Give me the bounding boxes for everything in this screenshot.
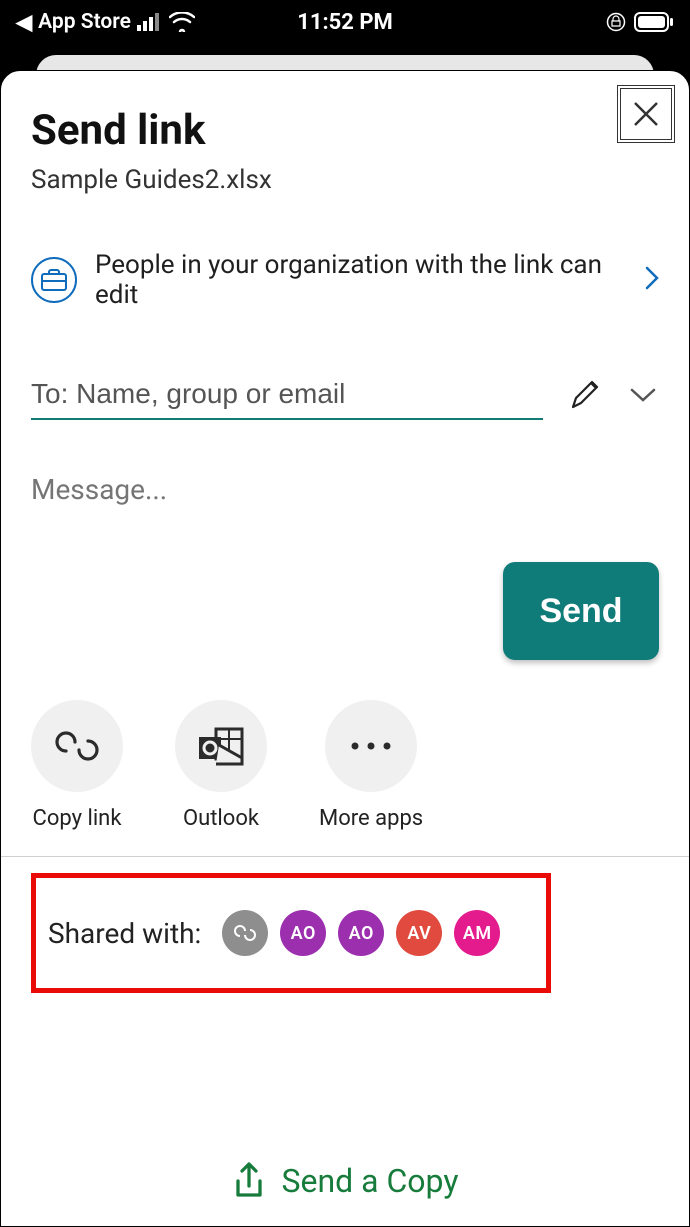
battery-icon xyxy=(634,12,674,32)
send-copy-label: Send a Copy xyxy=(282,1162,459,1200)
status-bar: ◀ App Store 11:52 PM xyxy=(0,0,690,44)
send-button[interactable]: Send xyxy=(503,562,659,660)
link-icon xyxy=(52,729,102,763)
cellular-icon xyxy=(137,13,163,31)
shared-with-label: Shared with: xyxy=(48,917,201,950)
message-input[interactable] xyxy=(31,465,659,514)
recipients-input[interactable] xyxy=(31,370,543,420)
copy-link-label: Copy link xyxy=(33,806,122,831)
back-chevron-icon[interactable]: ◀ xyxy=(16,10,32,35)
send-a-copy-button[interactable]: Send a Copy xyxy=(1,1161,689,1201)
chevron-right-icon xyxy=(645,264,659,297)
chevron-down-icon xyxy=(629,386,657,404)
orientation-lock-icon xyxy=(606,12,626,32)
outlook-icon xyxy=(196,725,246,767)
back-app-label[interactable]: App Store xyxy=(38,10,131,34)
recipients-row xyxy=(31,370,659,420)
briefcase-icon xyxy=(31,257,77,303)
close-button[interactable] xyxy=(617,85,675,143)
edit-pencil-icon[interactable] xyxy=(563,377,607,413)
permission-settings-row[interactable]: People in your organization with the lin… xyxy=(31,250,659,310)
close-icon xyxy=(631,99,661,129)
outlook-label: Outlook xyxy=(183,806,259,831)
filename-label: Sample Guides2.xlsx xyxy=(31,165,659,195)
shared-link-avatar[interactable] xyxy=(222,910,268,956)
more-icon xyxy=(348,741,394,751)
shared-user-avatar[interactable]: AO xyxy=(280,910,326,956)
shared-user-avatar[interactable]: AV xyxy=(396,910,442,956)
shared-with-section: Shared with: AO AO AV AM xyxy=(31,873,551,993)
shared-user-avatar[interactable]: AO xyxy=(338,910,384,956)
outlook-action[interactable]: Outlook xyxy=(175,700,267,831)
share-actions: Copy link Outlook More apps xyxy=(31,700,659,831)
copy-link-action[interactable]: Copy link xyxy=(31,700,123,831)
shared-user-avatar[interactable]: AM xyxy=(454,910,500,956)
more-apps-label: More apps xyxy=(319,806,423,831)
permission-text: People in your organization with the lin… xyxy=(95,250,627,310)
share-up-icon xyxy=(232,1161,266,1201)
more-apps-action[interactable]: More apps xyxy=(319,700,423,831)
recipients-dropdown[interactable] xyxy=(627,386,659,404)
divider xyxy=(1,856,689,857)
sheet-title: Send link xyxy=(31,106,659,155)
share-sheet: Send link Sample Guides2.xlsx People in … xyxy=(0,70,690,1227)
clock: 11:52 PM xyxy=(297,10,393,35)
wifi-icon xyxy=(169,12,195,32)
